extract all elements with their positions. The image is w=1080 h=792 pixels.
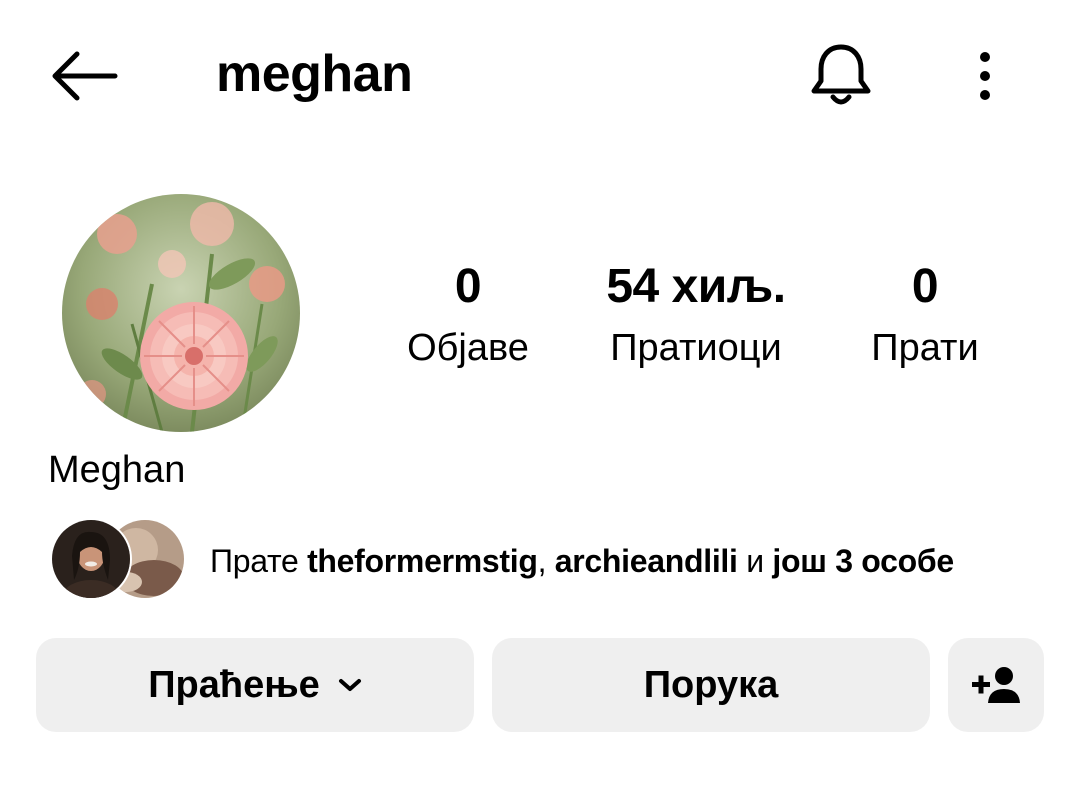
following-button[interactable]: Праћење xyxy=(36,638,474,732)
followed-by-prefix: Прате xyxy=(210,543,308,579)
stat-followers[interactable]: 54 хиљ. Пратиоци xyxy=(586,256,806,378)
followed-by-text[interactable]: Прате theformermstig, archieandlili и јо… xyxy=(210,538,954,584)
profile-avatar[interactable] xyxy=(62,194,300,432)
bell-icon xyxy=(811,44,871,105)
back-button[interactable] xyxy=(36,36,132,116)
followed-by-rest[interactable]: још 3 особе xyxy=(772,543,954,579)
flower-photo xyxy=(62,194,300,432)
followed-by-user-2[interactable]: archieandlili xyxy=(555,543,738,579)
followed-by-user-1[interactable]: theformermstig xyxy=(307,543,538,579)
followers-label: Пратиоци xyxy=(610,327,782,369)
notifications-button[interactable] xyxy=(796,30,886,120)
message-button[interactable]: Порука xyxy=(492,638,930,732)
posts-label: Објаве xyxy=(407,327,529,369)
followers-count: 54 хиљ. xyxy=(606,260,786,313)
profile-display-name: Meghan xyxy=(48,449,186,491)
profile-username: meghan xyxy=(216,45,413,103)
chevron-down-icon xyxy=(338,677,362,693)
follower-avatar-1 xyxy=(50,518,132,600)
more-vertical-icon xyxy=(980,52,990,100)
followed-by-middle: и xyxy=(737,543,773,579)
followed-by-separator: , xyxy=(537,543,555,579)
following-button-label: Праћење xyxy=(148,663,320,706)
stat-following[interactable]: 0 Прати xyxy=(850,256,1000,378)
posts-count: 0 xyxy=(454,260,482,313)
stat-posts: 0 Објаве xyxy=(398,256,538,378)
arrow-left-icon xyxy=(52,51,118,101)
person-add-icon xyxy=(972,667,1020,703)
message-button-label: Порука xyxy=(643,663,779,706)
following-label: Прати xyxy=(871,327,979,369)
following-count: 0 xyxy=(911,260,939,313)
suggested-people-button[interactable] xyxy=(948,638,1044,732)
more-options-button[interactable] xyxy=(954,36,1016,116)
followed-by-avatars[interactable] xyxy=(50,518,190,600)
